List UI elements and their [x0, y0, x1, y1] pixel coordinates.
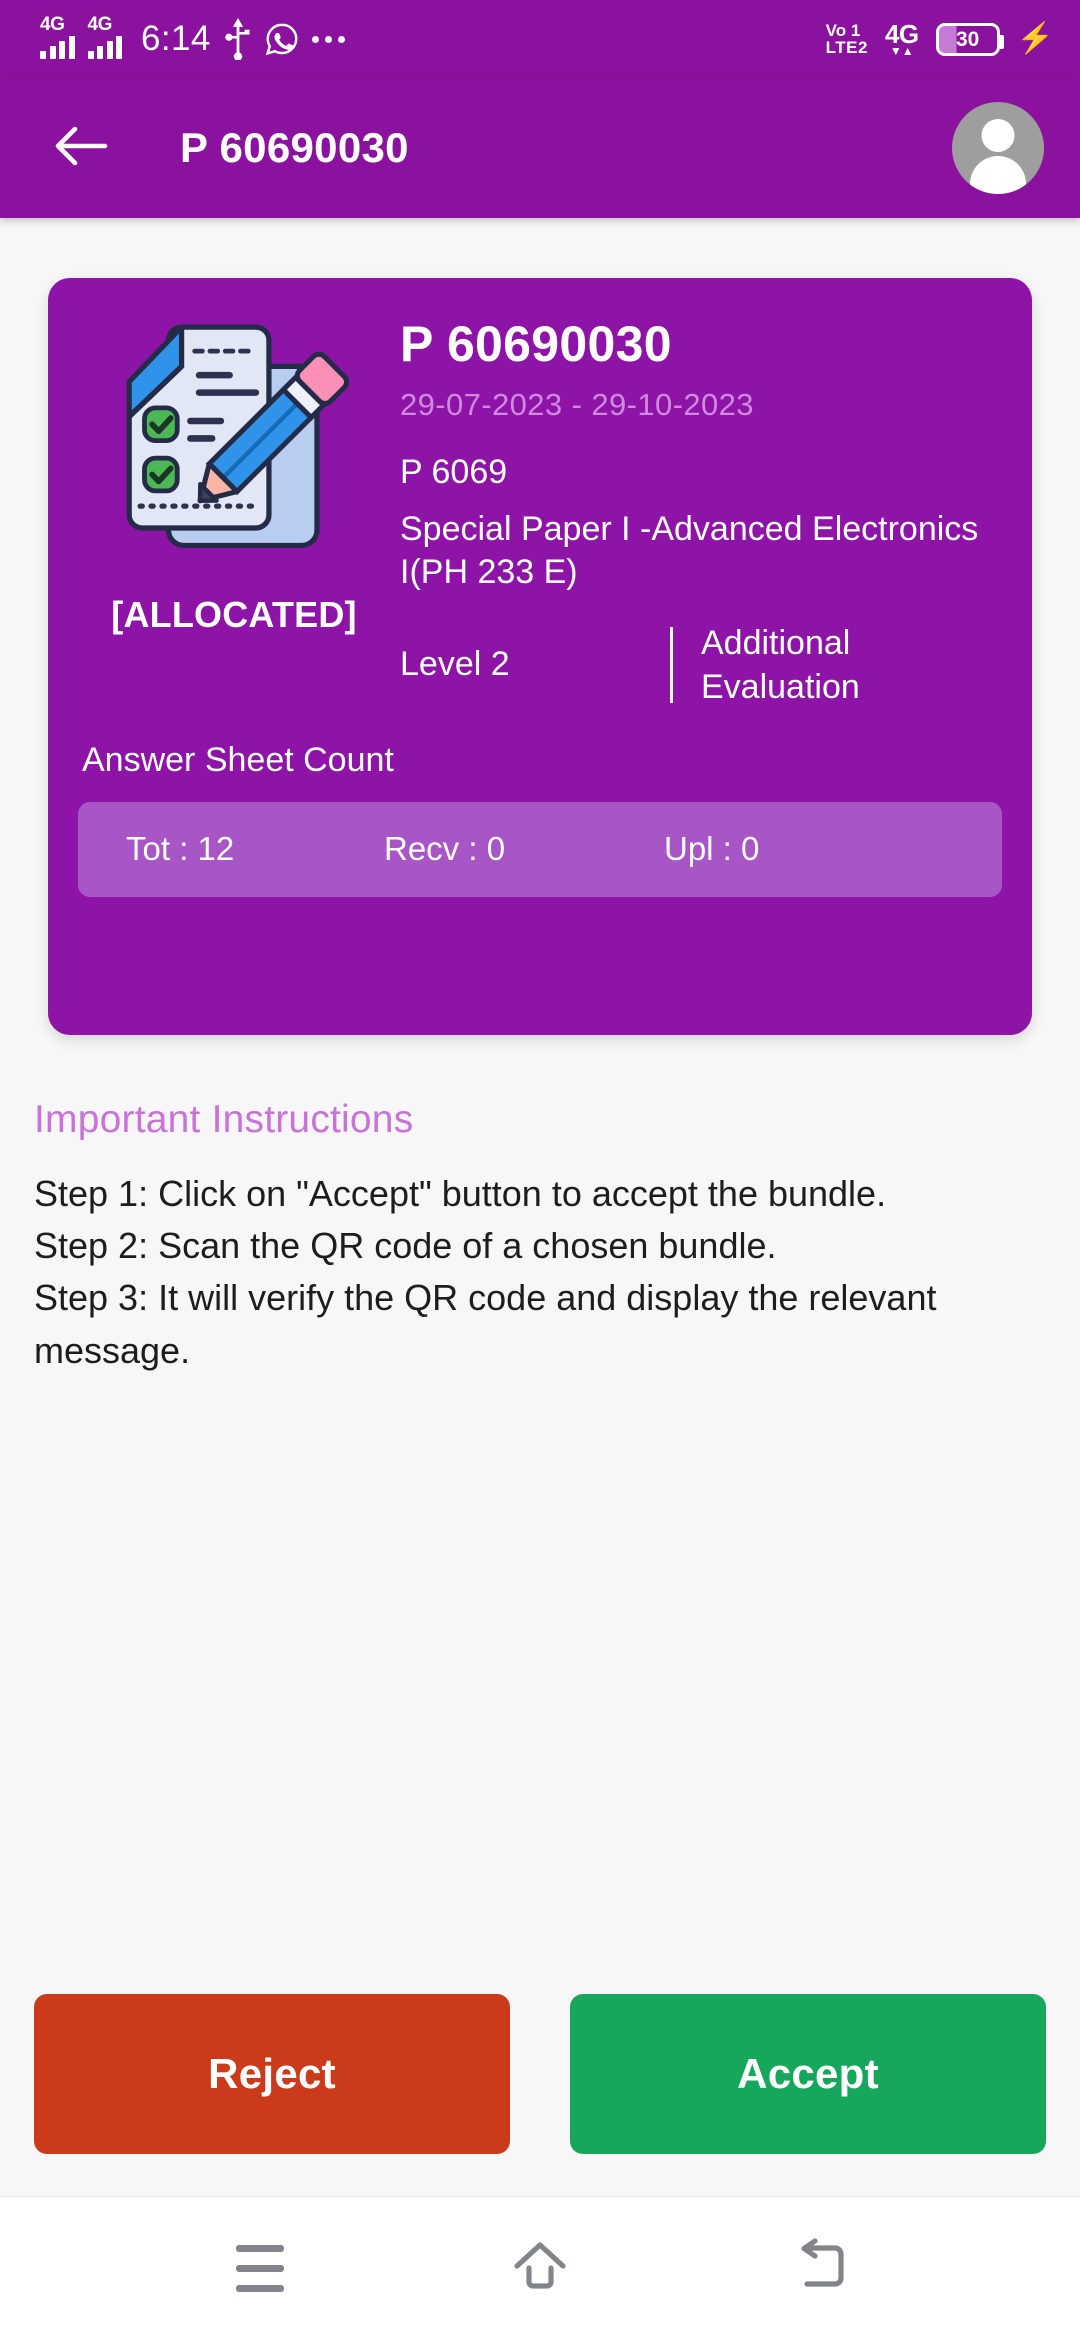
count-received: Recv : 0	[384, 830, 506, 868]
paper-name: Special Paper I -Advanced Electronics I(…	[400, 509, 979, 592]
page-title: P 60690030	[180, 124, 409, 171]
count-uploaded: Upl : 0	[664, 830, 760, 868]
document-checklist-pencil-icon	[126, 324, 350, 549]
signal-sim2-bars	[87, 34, 122, 59]
action-buttons-row: Reject Accept	[0, 1994, 1080, 2154]
main-content: [ALLOCATED] P 60690030 29-07-2023 - 29-1…	[0, 218, 1080, 2196]
instructions-section: Important Instructions Step 1: Click on …	[34, 1098, 1044, 1377]
charging-bolt-icon: ⚡	[1016, 22, 1054, 55]
reject-button[interactable]: Reject	[34, 1994, 510, 2154]
recents-button[interactable]	[205, 2224, 315, 2314]
battery-icon: 30	[935, 22, 1004, 56]
battery-percent-label: 30	[955, 27, 980, 51]
bundle-date-range: 29-07-2023 - 29-10-2023	[400, 386, 754, 422]
mobile-data-arrows: ▼▲	[889, 44, 914, 58]
avatar[interactable]	[952, 102, 1044, 194]
status-badge: [ALLOCATED]	[111, 594, 357, 635]
signal-strength-sim2-icon: 4G	[87, 15, 122, 59]
bundle-info-card: [ALLOCATED] P 60690030 29-07-2023 - 29-1…	[48, 278, 1032, 1035]
back-arrow-icon	[53, 123, 109, 174]
paper-code: P 6069	[400, 452, 508, 491]
vertical-divider	[670, 626, 673, 703]
card-right-column: P 60690030 29-07-2023 - 29-10-2023 P 606…	[390, 304, 1002, 709]
signal-sim2-network-label: 4G	[87, 14, 113, 35]
home-button[interactable]	[485, 2224, 595, 2314]
signal-sim1-network-label: 4G	[40, 14, 65, 35]
signal-strength-sim1-icon: 4G	[40, 15, 75, 59]
mobile-data-icon: 4G ▼▲	[885, 21, 919, 57]
back-nav-button[interactable]	[765, 2224, 875, 2314]
bundle-number: P 60690030	[400, 316, 672, 372]
signal-sim1-bars	[40, 34, 75, 59]
back-nav-icon	[791, 2238, 849, 2299]
whatsapp-icon	[265, 22, 299, 56]
status-bar-clock: 6:14	[141, 19, 211, 58]
volte-line-2: LTE2	[825, 38, 868, 57]
level-label: Level 2	[400, 645, 510, 684]
answer-sheet-count-pill: Tot : 12 Recv : 0 Upl : 0	[78, 801, 1002, 897]
recents-menu-icon	[236, 2245, 284, 2292]
more-notifications-icon	[311, 35, 345, 43]
level-evaluation-row: Level 2 Additional Evaluation	[400, 621, 1002, 709]
home-icon	[509, 2238, 571, 2299]
accept-button[interactable]: Accept	[570, 1994, 1046, 2154]
status-bar: 4G 4G 6:14 Vo 1 LTE2 4G ▼▲ 30 ⚡	[0, 0, 1080, 78]
volte-icon: Vo 1 LTE2	[825, 20, 868, 57]
card-top-row: [ALLOCATED] P 60690030 29-07-2023 - 29-1…	[78, 304, 1002, 709]
status-bar-right: Vo 1 LTE2 4G ▼▲ 30 ⚡	[826, 21, 1054, 57]
status-bar-left: 4G 4G 6:14	[40, 15, 345, 60]
evaluation-type-label: Additional Evaluation	[701, 623, 860, 706]
instructions-title: Important Instructions	[34, 1098, 414, 1141]
usb-icon	[224, 18, 252, 60]
back-button[interactable]	[50, 117, 112, 179]
answer-sheet-count-label: Answer Sheet Count	[82, 740, 394, 779]
instructions-body: Step 1: Click on "Accept" button to acce…	[34, 1173, 937, 1371]
volte-line-1: Vo 1	[825, 20, 861, 40]
app-bar: P 60690030	[0, 78, 1080, 218]
android-nav-bar	[0, 2196, 1080, 2340]
card-left-column: [ALLOCATED]	[78, 304, 390, 636]
count-total: Tot : 12	[126, 830, 235, 868]
phone-screen: 4G 4G 6:14 Vo 1 LTE2 4G ▼▲ 30 ⚡ P 606900…	[0, 0, 1080, 2340]
